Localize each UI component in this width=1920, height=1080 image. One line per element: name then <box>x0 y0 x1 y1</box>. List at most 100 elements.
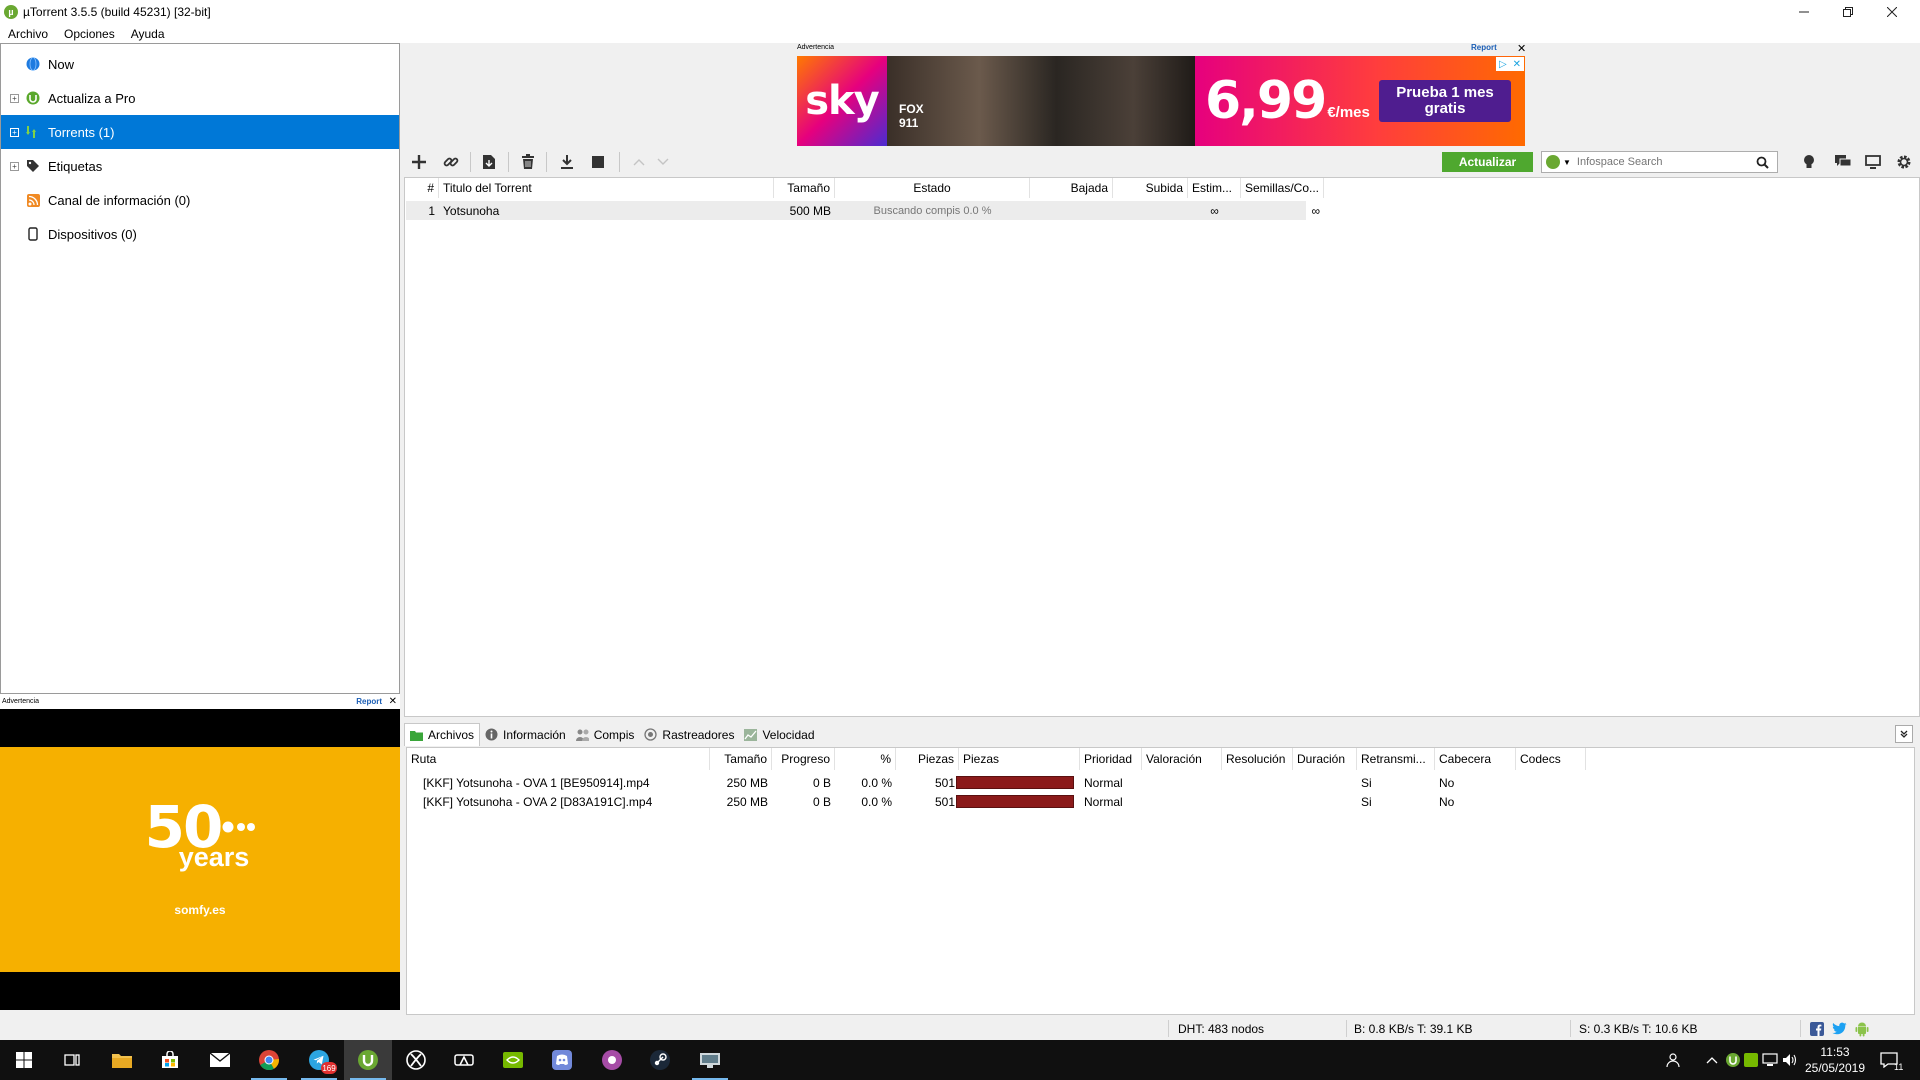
col-streamable[interactable]: Retransmi... <box>1357 748 1435 770</box>
col-priority[interactable]: Prioridad <box>1080 748 1142 770</box>
menu-opciones[interactable]: Opciones <box>56 27 123 41</box>
taskbar-app[interactable] <box>588 1040 636 1080</box>
col-path[interactable]: Ruta <box>407 748 710 770</box>
sidebar-item-labels[interactable]: + Etiquetas <box>1 149 399 183</box>
tab-files[interactable]: Archivos <box>404 723 481 746</box>
left-ad-banner[interactable]: 50 years somfy.es <box>0 747 400 972</box>
tray-overflow-button[interactable] <box>1706 1040 1718 1080</box>
search-input[interactable] <box>1576 156 1755 168</box>
col-pieces-bar[interactable]: Piezas <box>959 748 1080 770</box>
people-button[interactable] <box>1666 1040 1682 1080</box>
remove-button[interactable] <box>517 152 539 172</box>
ad-close-icon[interactable]: ✕ <box>389 696 397 707</box>
top-ad-close-icon[interactable]: ✕ <box>1517 42 1526 55</box>
tray-nvidia[interactable] <box>1744 1040 1758 1080</box>
clock[interactable]: 11:53 25/05/2019 <box>1800 1044 1870 1076</box>
minimize-button[interactable] <box>1782 0 1826 24</box>
start-download-button[interactable] <box>556 152 578 172</box>
create-torrent-button[interactable] <box>478 152 500 172</box>
taskbar-nvidia[interactable] <box>489 1040 537 1080</box>
twitter-icon[interactable] <box>1831 1022 1847 1036</box>
expand-icon[interactable]: + <box>10 127 19 137</box>
expand-icon[interactable]: + <box>10 161 19 171</box>
taskbar-utorrent[interactable] <box>344 1040 392 1080</box>
taskbar-steam[interactable] <box>636 1040 684 1080</box>
top-ad-report-link[interactable]: Report <box>1471 43 1497 52</box>
col-header[interactable]: Cabecera <box>1435 748 1516 770</box>
add-link-button[interactable] <box>440 152 462 172</box>
taskbar-xbox[interactable] <box>392 1040 440 1080</box>
col-file-size[interactable]: Tamaño <box>710 748 772 770</box>
col-upload[interactable]: Subida <box>1113 178 1188 198</box>
sidebar-item-now[interactable]: Now <box>1 47 399 81</box>
file-header: No <box>1439 775 1455 790</box>
add-torrent-button[interactable] <box>408 152 430 172</box>
table-row[interactable]: [KKF] Yotsunoha - OVA 2 [D83A191C].mp4 2… <box>407 792 1916 811</box>
taskbar-telegram[interactable]: 169 <box>295 1040 343 1080</box>
col-title[interactable]: Titulo del Torrent <box>439 178 774 198</box>
action-center-button[interactable]: 11 <box>1880 1040 1903 1080</box>
taskbar-discord[interactable] <box>538 1040 586 1080</box>
tab-trackers[interactable]: Rastreadores <box>639 723 739 746</box>
tray-utorrent[interactable] <box>1726 1040 1740 1080</box>
col-size[interactable]: Tamaño <box>774 178 835 198</box>
col-duration[interactable]: Duración <box>1293 748 1357 770</box>
search-provider-icon[interactable] <box>1546 155 1560 169</box>
col-progress[interactable]: Progreso <box>772 748 835 770</box>
menu-ayuda[interactable]: Ayuda <box>123 27 173 41</box>
facebook-icon[interactable] <box>1810 1022 1824 1036</box>
taskbar-file-explorer[interactable] <box>98 1040 146 1080</box>
taskbar-chrome[interactable] <box>245 1040 293 1080</box>
people-icon <box>1666 1053 1680 1068</box>
start-button[interactable] <box>0 1040 48 1080</box>
lightbulb-button[interactable] <box>1798 152 1820 172</box>
ad-cta-button[interactable]: Prueba 1 mes gratis <box>1379 80 1511 122</box>
move-up-button[interactable] <box>628 152 650 172</box>
remote-button[interactable] <box>1862 152 1884 172</box>
chevron-down-icon[interactable]: ▼ <box>1563 158 1571 167</box>
settings-button[interactable] <box>1893 152 1915 172</box>
tab-speed[interactable]: Velocidad <box>739 723 819 746</box>
table-row[interactable]: 1 Yotsunoha 500 MB Buscando compis 0.0 %… <box>406 201 1320 220</box>
col-pieces-count[interactable]: Piezas <box>896 748 959 770</box>
sidebar-item-devices[interactable]: Dispositivos (0) <box>1 217 399 251</box>
chat-button[interactable] <box>1832 152 1854 172</box>
col-eta[interactable]: Estim... <box>1188 178 1241 198</box>
tab-info[interactable]: Información <box>480 723 571 746</box>
top-ad-banner[interactable]: sky FOX 911 6,99 €/mes Prueba 1 mes grat… <box>797 56 1525 146</box>
col-number[interactable]: # <box>405 178 439 198</box>
taskbar-network-app[interactable] <box>686 1040 734 1080</box>
sidebar-item-pro[interactable]: + Actualiza a Pro <box>1 81 399 115</box>
collapse-panel-button[interactable] <box>1895 725 1913 743</box>
close-button[interactable] <box>1870 0 1914 24</box>
tab-peers[interactable]: Compis <box>571 723 640 746</box>
col-status[interactable]: Estado <box>835 178 1030 198</box>
taskbar-game[interactable] <box>440 1040 488 1080</box>
search-button[interactable] <box>1755 154 1771 170</box>
restore-button[interactable] <box>1826 0 1870 24</box>
tray-volume[interactable] <box>1782 1040 1798 1080</box>
sidebar-item-feeds[interactable]: Canal de información (0) <box>1 183 399 217</box>
taskbar-store[interactable] <box>146 1040 194 1080</box>
col-download[interactable]: Bajada <box>1030 178 1113 198</box>
col-codecs[interactable]: Codecs <box>1516 748 1586 770</box>
tray-network[interactable] <box>1762 1040 1778 1080</box>
col-rating[interactable]: Valoración <box>1142 748 1222 770</box>
table-row[interactable]: [KKF] Yotsunoha - OVA 1 [BE950914].mp4 2… <box>407 773 1916 792</box>
move-down-button[interactable] <box>652 152 674 172</box>
col-resolution[interactable]: Resolución <box>1222 748 1293 770</box>
expand-icon[interactable]: + <box>10 93 19 103</box>
col-percent[interactable]: % <box>835 748 896 770</box>
col-seeds[interactable]: Semillas/Co... <box>1241 178 1324 198</box>
ad-report-link[interactable]: Report <box>356 697 382 706</box>
lightbulb-icon <box>1804 155 1814 168</box>
adchoices-icon[interactable]: ▷ ✕ <box>1496 57 1524 71</box>
sidebar-item-torrents[interactable]: + Torrents (1) <box>1 115 399 149</box>
stop-button[interactable] <box>587 152 609 172</box>
menu-archivo[interactable]: Archivo <box>0 27 56 41</box>
task-view-button[interactable] <box>48 1040 96 1080</box>
update-button[interactable]: Actualizar <box>1442 152 1533 172</box>
android-icon[interactable] <box>1855 1021 1869 1037</box>
store-icon <box>162 1051 178 1068</box>
taskbar-mail[interactable] <box>196 1040 244 1080</box>
